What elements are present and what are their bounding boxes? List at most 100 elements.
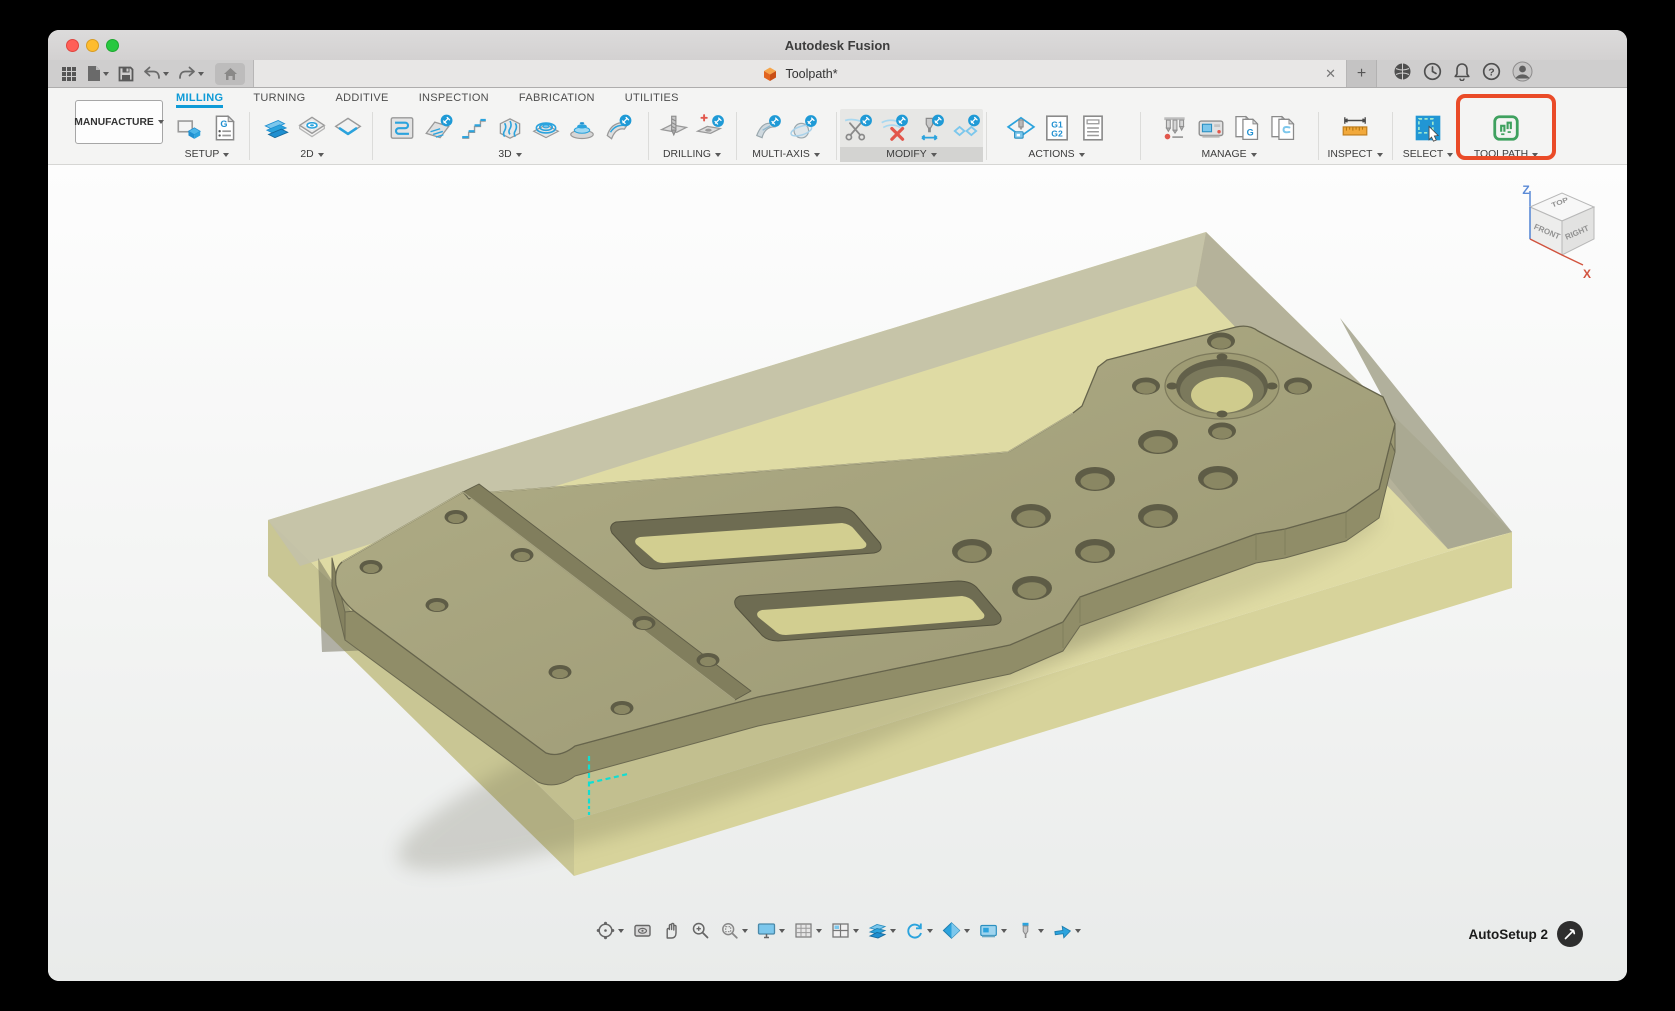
contour-2d-icon[interactable] bbox=[333, 113, 363, 143]
window-title: Autodesk Fusion bbox=[48, 30, 1627, 60]
svg-text:G: G bbox=[1247, 128, 1254, 138]
group-toolpath: TOOLPATH bbox=[1462, 109, 1550, 162]
workspace-selector[interactable]: MANUFACTURE bbox=[75, 100, 163, 144]
group-label-multiaxis[interactable]: MULTI-AXIS bbox=[740, 147, 832, 162]
group-label-inspect[interactable]: INSPECT bbox=[1322, 147, 1388, 162]
regenerate-icon[interactable] bbox=[904, 920, 933, 941]
setup-sheet-icon[interactable] bbox=[1078, 113, 1108, 143]
group-label-modify[interactable]: MODIFY bbox=[840, 147, 983, 162]
machine-library-icon[interactable] bbox=[1196, 113, 1226, 143]
morph-icon[interactable] bbox=[603, 113, 633, 143]
rotary-icon[interactable] bbox=[789, 113, 819, 143]
simulate-icon[interactable] bbox=[1006, 113, 1036, 143]
machine-display-icon[interactable] bbox=[978, 920, 1007, 941]
chevron-down-icon bbox=[516, 153, 522, 157]
tab-turning[interactable]: TURNING bbox=[253, 88, 305, 108]
undo-icon[interactable] bbox=[143, 66, 169, 81]
link-icon[interactable] bbox=[951, 113, 981, 143]
zoom-icon[interactable] bbox=[690, 920, 711, 941]
svg-text:G2: G2 bbox=[1051, 129, 1063, 139]
viewport-3d[interactable]: Z TOP FRONT RIGHT X bbox=[48, 165, 1627, 981]
fit-icon[interactable] bbox=[719, 920, 748, 941]
hole-recognition-icon[interactable] bbox=[695, 113, 725, 143]
redo-icon[interactable] bbox=[178, 66, 204, 81]
divider bbox=[836, 112, 837, 160]
close-tab-icon[interactable]: ✕ bbox=[1325, 60, 1336, 88]
viewports-icon[interactable] bbox=[830, 920, 859, 941]
pan-icon[interactable] bbox=[661, 920, 682, 941]
new-file-icon[interactable] bbox=[86, 65, 109, 82]
group-label-2d[interactable]: 2D bbox=[254, 147, 370, 162]
divider bbox=[1392, 112, 1393, 160]
trim-toolpath-icon[interactable] bbox=[843, 113, 873, 143]
home-icon[interactable] bbox=[215, 63, 245, 85]
templates-icon[interactable] bbox=[1268, 113, 1298, 143]
tab-additive[interactable]: ADDITIVE bbox=[336, 88, 389, 108]
nc-programs-icon[interactable]: G bbox=[1232, 113, 1262, 143]
chevron-down-icon bbox=[715, 153, 721, 157]
parallel-icon[interactable] bbox=[495, 113, 525, 143]
adaptive-clearing-icon[interactable] bbox=[387, 113, 417, 143]
tab-utilities[interactable]: UTILITIES bbox=[625, 88, 679, 108]
ribbon: MANUFACTURE MILLING TURNING ADDITIVE INS… bbox=[48, 88, 1627, 165]
notifications-icon[interactable] bbox=[1453, 62, 1471, 86]
post-process-icon[interactable]: G1 G2 bbox=[1042, 113, 1072, 143]
workspace-selector-label: MANUFACTURE bbox=[74, 117, 154, 128]
extension-icon[interactable] bbox=[1393, 62, 1412, 86]
group-label-setup[interactable]: SETUP bbox=[166, 147, 248, 162]
save-icon[interactable] bbox=[118, 66, 134, 82]
tab-inspection[interactable]: INSPECTION bbox=[419, 88, 489, 108]
group-label-3d[interactable]: 3D bbox=[376, 147, 644, 162]
pocket-2d-icon[interactable] bbox=[297, 113, 327, 143]
spiral-icon[interactable] bbox=[567, 113, 597, 143]
toolpath-display-icon[interactable] bbox=[867, 920, 896, 941]
flat-icon[interactable] bbox=[423, 113, 453, 143]
setup-icon[interactable] bbox=[174, 113, 204, 143]
group-label-drilling[interactable]: DRILLING bbox=[652, 147, 732, 162]
drill-icon[interactable] bbox=[659, 113, 689, 143]
chevron-down-icon bbox=[779, 929, 785, 933]
tab-fabrication[interactable]: FABRICATION bbox=[519, 88, 595, 108]
svg-text:?: ? bbox=[1488, 66, 1494, 78]
window-select-icon[interactable] bbox=[1413, 113, 1443, 143]
orbit-icon[interactable] bbox=[595, 920, 624, 941]
swarf-icon[interactable] bbox=[753, 113, 783, 143]
tool-change-icon[interactable] bbox=[915, 113, 945, 143]
tool-display-icon[interactable] bbox=[1015, 920, 1044, 941]
toolpath-icon[interactable] bbox=[1491, 113, 1521, 143]
face-icon[interactable] bbox=[261, 113, 291, 143]
svg-text:G: G bbox=[220, 119, 227, 129]
group-label-actions[interactable]: ACTIONS bbox=[989, 147, 1124, 162]
divider bbox=[648, 112, 649, 160]
app-grid-icon[interactable] bbox=[61, 66, 77, 82]
display-settings-icon[interactable] bbox=[756, 920, 785, 941]
measure-icon[interactable] bbox=[1340, 113, 1370, 143]
document-tab[interactable]: Toolpath* ✕ bbox=[253, 60, 1347, 87]
look-at-icon[interactable] bbox=[632, 920, 653, 941]
ncprogram-icon[interactable]: G bbox=[210, 113, 240, 143]
scallop-icon[interactable] bbox=[531, 113, 561, 143]
quick-access-toolbar bbox=[48, 60, 253, 87]
group-label-manage[interactable]: MANAGE bbox=[1144, 147, 1314, 162]
delete-passes-icon[interactable] bbox=[879, 113, 909, 143]
autosetup-label: AutoSetup 2 bbox=[1469, 927, 1549, 942]
compare-icon[interactable] bbox=[941, 920, 970, 941]
steep-and-shallow-icon[interactable] bbox=[459, 113, 489, 143]
recent-icon[interactable] bbox=[1423, 62, 1442, 86]
group-label-toolpath[interactable]: TOOLPATH bbox=[1462, 147, 1550, 162]
autosetup-badge-icon[interactable] bbox=[1557, 921, 1583, 947]
new-tab-icon[interactable]: + bbox=[1347, 60, 1377, 87]
chevron-down-icon bbox=[318, 153, 324, 157]
help-icon[interactable]: ? bbox=[1482, 62, 1501, 86]
group-label-select[interactable]: SELECT bbox=[1396, 147, 1460, 162]
grid-and-snaps-icon[interactable] bbox=[793, 920, 822, 941]
avatar[interactable] bbox=[1512, 61, 1533, 87]
tab-milling[interactable]: MILLING bbox=[176, 88, 223, 108]
group-select: SELECT bbox=[1396, 109, 1460, 162]
viewcube[interactable]: Z TOP FRONT RIGHT X bbox=[1517, 181, 1607, 291]
chevron-down-icon bbox=[1038, 929, 1044, 933]
divider bbox=[249, 112, 250, 160]
go-to-operation-icon[interactable] bbox=[1052, 920, 1081, 941]
divider bbox=[986, 112, 987, 160]
tool-library-icon[interactable] bbox=[1160, 113, 1190, 143]
